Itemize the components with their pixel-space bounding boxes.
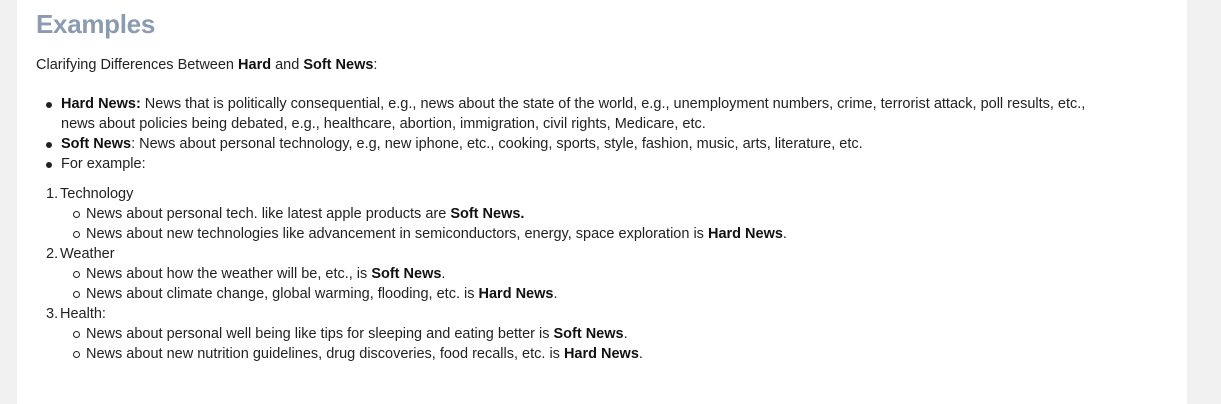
sub-item: News about new technologies like advance… [60, 224, 787, 244]
soft-news-text: : News about personal technology, e.g, n… [131, 136, 863, 152]
sub-item-text: News about how the weather will be, etc.… [86, 266, 372, 282]
hard-news-label: Hard News: [61, 96, 141, 112]
examples-list: 1. Technology News about personal tech. li… [36, 184, 787, 364]
sub-item: News about personal well being like tips… [60, 324, 787, 344]
intro-hard: Hard [238, 57, 272, 73]
sub-item-bold: Hard News [707, 226, 783, 242]
sub-item-text: News about new nutrition guidelines, dru… [86, 346, 564, 362]
example-number: 3. [46, 306, 59, 322]
soft-news-label: Soft News [61, 136, 132, 152]
section-heading: Examples [36, 9, 156, 39]
sub-item-bold: Soft News. [450, 206, 525, 222]
example-item: 3. Health: News about personal well being … [36, 304, 787, 364]
hard-news-text: News that is politically consequential, … [140, 96, 1086, 112]
list-item-soft-news: Soft News: News about personal technolog… [36, 134, 1085, 154]
list-item-for-example: For example: [36, 154, 1085, 174]
sub-item: News about climate change, global warmin… [60, 284, 787, 304]
sub-item-text: News about personal well being like tips… [86, 326, 554, 342]
sub-item-end: . [782, 226, 787, 242]
content-panel: Examples Clarifying Differences Between … [17, 0, 1187, 404]
sub-item-end: . [553, 286, 558, 302]
intro-soft: Soft News [303, 57, 374, 73]
sub-item-text: News about new technologies like advance… [86, 226, 708, 242]
sub-item-bold: Hard News [478, 286, 554, 302]
sub-item-end: . [638, 346, 643, 362]
intro-text: Clarifying Differences Between Hard and … [36, 55, 377, 75]
example-item: 1. Technology News about personal tech. li… [36, 184, 787, 244]
sub-item-text: News about personal tech. like latest ap… [86, 206, 451, 222]
example-title: Health: [60, 306, 106, 322]
sub-item-end: . [441, 266, 446, 282]
sub-item-bold: Soft News [371, 266, 442, 282]
example-title: Weather [60, 246, 115, 262]
sub-item-end: . [623, 326, 628, 342]
sub-item: News about personal tech. like latest ap… [60, 204, 787, 224]
sub-item: News about how the weather will be, etc.… [60, 264, 787, 284]
example-number: 2. [46, 246, 59, 262]
sub-item-bold: Hard News [563, 346, 639, 362]
intro-mid: and [271, 57, 304, 73]
hard-news-text-cont: news about policies being debated, e.g.,… [61, 116, 706, 132]
example-title: Technology [60, 186, 134, 202]
sub-item-bold: Soft News [553, 326, 624, 342]
example-item: 2. Weather News about how the weather will… [36, 244, 787, 304]
example-sublist: News about personal well being like tips… [60, 324, 787, 364]
intro-post: : [373, 57, 378, 73]
definition-list: Hard News: News that is politically cons… [36, 94, 1085, 174]
example-sublist: News about how the weather will be, etc.… [60, 264, 787, 304]
example-sublist: News about personal tech. like latest ap… [60, 204, 787, 244]
sub-item-text: News about climate change, global warmin… [86, 286, 479, 302]
example-number: 1. [46, 186, 59, 202]
intro-pre: Clarifying Differences Between [36, 57, 239, 73]
sub-item: News about new nutrition guidelines, dru… [60, 344, 787, 364]
list-item-hard-news: Hard News: News that is politically cons… [36, 94, 1085, 134]
